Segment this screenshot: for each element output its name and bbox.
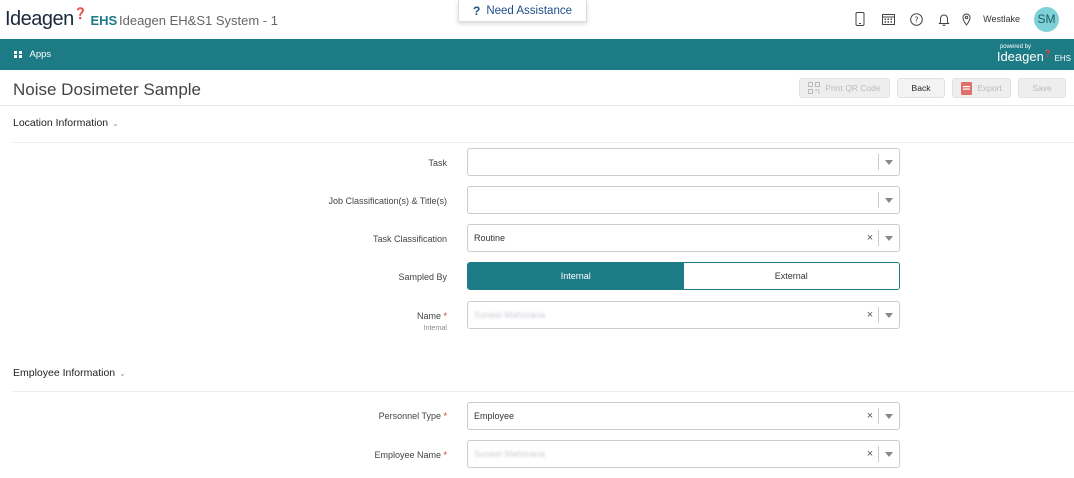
name-select[interactable]: Suneel Mahorana × [467, 301, 900, 329]
apps-label: Apps [29, 49, 52, 60]
employee-name-label: Employee Name * [374, 450, 447, 460]
action-toolbar: Print QR Code Back Export Save [792, 78, 1066, 98]
nav-bar: Apps powered by Ideagen❓ EHS [0, 39, 1074, 70]
sampled-by-internal-option[interactable]: Internal [468, 263, 684, 289]
caret-down-icon[interactable] [879, 451, 899, 457]
caret-down-icon[interactable] [879, 312, 899, 318]
app-title: Ideagen EH&S1 System - 1 [119, 13, 278, 28]
caret-down-icon[interactable] [879, 197, 899, 203]
save-label: Save [1032, 83, 1052, 93]
task-classification-label: Task Classification [372, 234, 447, 244]
toolbar-icons: ? Westlake SM [846, 6, 1059, 32]
task-classification-select[interactable]: Routine × [467, 224, 900, 252]
location-section-title: Location Information [13, 117, 109, 129]
help-icon[interactable]: ? [902, 7, 930, 31]
powered-brand: Ideagen [996, 49, 1044, 64]
clear-icon[interactable]: × [862, 410, 878, 422]
export-button[interactable]: Export [952, 78, 1011, 98]
pdf-export-icon [961, 81, 973, 95]
chevron-down-icon: ⌄ [119, 368, 126, 378]
caret-down-icon[interactable] [879, 235, 899, 241]
location-pin-icon [962, 13, 971, 26]
sampled-by-label: Sampled By [398, 272, 447, 282]
section-divider [13, 391, 1074, 392]
print-qr-code-button[interactable]: Print QR Code [799, 78, 890, 98]
page-title: Noise Dosimeter Sample [13, 80, 202, 99]
task-select[interactable] [467, 148, 900, 176]
name-sublabel: Internal [423, 325, 447, 332]
svg-text:?: ? [914, 15, 918, 24]
section-divider [13, 142, 1074, 143]
powered-brand-suffix: EHS [1054, 54, 1071, 63]
job-classification-select[interactable] [467, 186, 900, 214]
task-label: Task [428, 158, 447, 168]
personnel-type-label-text: Personnel Type [378, 411, 441, 421]
location-selector[interactable]: Westlake [962, 13, 1020, 26]
caret-down-icon[interactable] [879, 413, 899, 419]
clear-icon[interactable]: × [862, 448, 878, 460]
employee-name-select[interactable]: Suneel Mahorana × [467, 440, 900, 468]
chevron-down-icon: ⌄ [112, 118, 119, 128]
title-divider [0, 105, 1074, 106]
location-label: Westlake [983, 14, 1020, 24]
question-icon: ? [472, 3, 481, 18]
required-marker: * [443, 450, 447, 460]
personnel-type-select[interactable]: Employee × [467, 402, 900, 430]
ideagen-logo[interactable]: Ideagen ❓ EHS [5, 8, 117, 31]
need-assistance-button[interactable]: ? Need Assistance [458, 0, 587, 22]
top-bar: Ideagen ❓ EHS Ideagen EH&S1 System - 1 ?… [0, 0, 1074, 39]
back-button[interactable]: Back [897, 78, 945, 98]
location-section-header[interactable]: Location Information ⌄ [13, 117, 119, 129]
save-button[interactable]: Save [1018, 78, 1066, 98]
export-label: Export [977, 83, 1002, 93]
brand-mark-icon: ❓ [1043, 51, 1053, 58]
task-classification-value: Routine [474, 233, 506, 243]
required-marker: * [443, 311, 447, 321]
mobile-icon[interactable] [846, 7, 874, 31]
job-classification-label: Job Classification(s) & Title(s) [328, 196, 447, 206]
bell-icon[interactable] [930, 7, 958, 31]
name-label-text: Name [416, 311, 441, 321]
logo-suffix: EHS [90, 13, 118, 28]
employee-name-label-text: Employee Name [374, 450, 441, 460]
logo-text: Ideagen [5, 8, 74, 30]
sampled-by-external-option[interactable]: External [683, 263, 899, 289]
employee-name-value: Suneel Mahorana [474, 449, 546, 459]
clear-icon[interactable]: × [862, 309, 878, 321]
personnel-type-label: Personnel Type * [379, 411, 447, 421]
need-assistance-label: Need Assistance [486, 4, 572, 17]
sampled-by-toggle: Internal External [467, 262, 900, 290]
name-label: Name * [417, 311, 447, 321]
caret-down-icon[interactable] [879, 159, 899, 165]
employee-section-title: Employee Information [13, 367, 116, 379]
apps-grid-icon [14, 50, 22, 59]
personnel-type-value: Employee [474, 411, 515, 421]
name-value: Suneel Mahorana [474, 310, 546, 320]
user-avatar[interactable]: SM [1034, 6, 1059, 32]
clear-icon[interactable]: × [862, 232, 878, 244]
calendar-icon[interactable] [874, 7, 902, 31]
apps-menu-button[interactable]: Apps [14, 49, 51, 60]
print-qr-code-label: Print QR Code [825, 83, 881, 93]
required-marker: * [443, 411, 447, 421]
back-label: Back [911, 83, 931, 93]
logo-mark-icon: ❓ [73, 8, 88, 20]
powered-by-logo: powered by Ideagen❓ EHS [997, 44, 1071, 67]
employee-section-header[interactable]: Employee Information ⌄ [13, 367, 126, 379]
qr-code-icon [808, 82, 821, 94]
